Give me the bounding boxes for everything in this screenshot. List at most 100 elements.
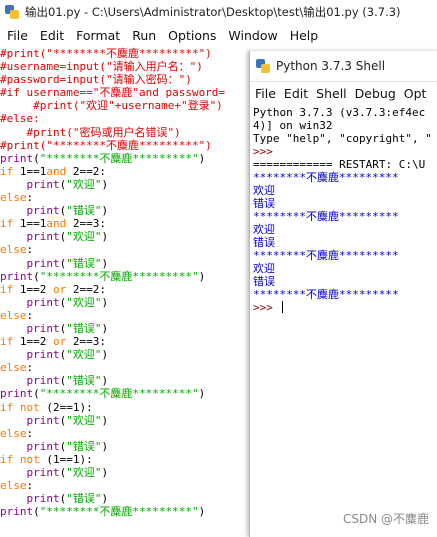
shell-line: 错误 [253,197,437,210]
shell-line-text: ********不麋鹿********* [253,171,399,184]
code-token: else [0,308,27,322]
code-token: else [0,361,27,375]
shell-line-text: 错误 [253,275,275,288]
code-line: print("欢迎") [0,348,250,361]
code-token: "********不麋鹿*********" [39,387,199,401]
code-line: if 1==1and 2==3: [0,217,250,230]
code-token: (1==1): [39,452,93,466]
code-line: print("********不麋鹿*********") [0,387,250,400]
code-line: print("欢迎") [0,466,250,479]
code-token: ) [101,492,109,506]
code-token: 2==2: [66,282,106,296]
code-token: ) [101,321,109,335]
code-token: print [26,466,60,479]
shell-menu-options[interactable]: Opt [404,86,427,101]
code-token: if [0,217,14,231]
code-token: "欢迎" [66,177,102,191]
shell-line: >>> [253,301,437,314]
menu-options[interactable]: Options [168,28,216,43]
shell-menu-debug[interactable]: Debug [355,86,396,101]
code-token: #print("密码或用户名错误") [0,125,181,139]
code-token: else [0,191,27,205]
menu-file[interactable]: File [7,28,28,43]
code-line: else: [0,479,250,492]
watermark: CSDN @不麋鹿 [342,512,429,526]
shell-menu-shell[interactable]: Shell [316,86,347,101]
menu-help[interactable]: Help [290,28,319,43]
code-token: #print("欢迎"+username+"登录") [0,99,223,113]
code-editor[interactable]: #print("********不麋鹿*********") #username=… [0,47,250,537]
code-token: : [26,361,34,375]
shell-line-text: 欢迎 [253,262,275,275]
code-line: print("欢迎") [0,230,250,243]
code-token: print [26,413,60,427]
code-token: "欢迎" [66,348,102,362]
code-token: if [0,164,14,178]
code-token: not [19,452,40,466]
menu-window[interactable]: Window [228,28,277,43]
code-token: if [0,282,14,296]
code-token: ( [33,505,40,519]
code-token: #username=input("请输入用户名：") [0,60,203,74]
shell-line: 4)] on win32 [253,119,437,132]
code-token: "错误" [66,492,102,506]
code-line: print("********不麋鹿*********") [0,152,250,165]
code-token: 2==2: [66,164,106,178]
shell-line-text: >>> [253,301,280,314]
code-token: print [26,230,60,244]
shell-window: Python 3.7.3 Shell File Edit Shell Debug… [249,51,437,537]
code-token: : [26,426,34,440]
code-token: "错误" [66,439,102,453]
code-token: "错误" [66,256,102,270]
code-token: print [0,387,34,401]
shell-line: 欢迎 [253,184,437,197]
code-token: 1==1 [13,164,47,178]
code-line: print("错误") [0,374,250,387]
menu-run[interactable]: Run [132,28,156,43]
code-token: print [26,492,60,506]
code-token: "错误" [66,204,102,218]
code-token: print [0,269,34,283]
code-token: print [26,374,60,388]
shell-output[interactable]: Python 3.7.3 (v3.7.3:ef4ec 4)] on win32 Ty… [250,104,437,526]
code-token: ) [198,269,206,283]
shell-line: 错误 [253,236,437,249]
code-token: ( [33,151,40,165]
shell-line-text: ********不麋鹿********* [253,249,399,262]
code-token: ( [33,269,40,283]
shell-line: ********不麋鹿********* [253,288,437,301]
menu-edit[interactable]: Edit [40,28,64,43]
shell-line-text: ********不麋鹿********* [253,288,399,301]
code-token: print [26,204,60,218]
shell-line: 错误 [253,275,437,288]
code-token: print [26,177,60,191]
shell-line: Python 3.7.3 (v3.7.3:ef4ec [253,106,437,119]
shell-line: Type "help", "copyright", " [253,132,437,145]
shell-line-text: 4)] on win32 [253,119,333,132]
code-token: "错误" [66,321,102,335]
code-token: "********不麋鹿*********" [39,151,199,165]
code-token: #password=input("请输入密码：") [0,73,192,87]
code-line: print("错误") [0,257,250,270]
shell-menu-edit[interactable]: Edit [284,86,308,101]
code-line: #print("密码或用户名错误") [0,126,250,139]
code-token: 1==2 [13,335,53,349]
shell-menu-file[interactable]: File [255,86,276,101]
shell-line-text: >>> [253,145,273,158]
menu-format[interactable]: Format [76,28,120,43]
code-line: #password=input("请输入密码：") [0,73,250,86]
editor-window-title: 输出01.py - C:\Users\Administrator\Desktop… [25,5,401,19]
shell-line: 欢迎 [253,223,437,236]
code-token: "********不麋鹿*********" [39,269,199,283]
shell-line-text: 错误 [253,197,275,210]
code-token: #print("********不麋鹿*********") [0,138,212,152]
